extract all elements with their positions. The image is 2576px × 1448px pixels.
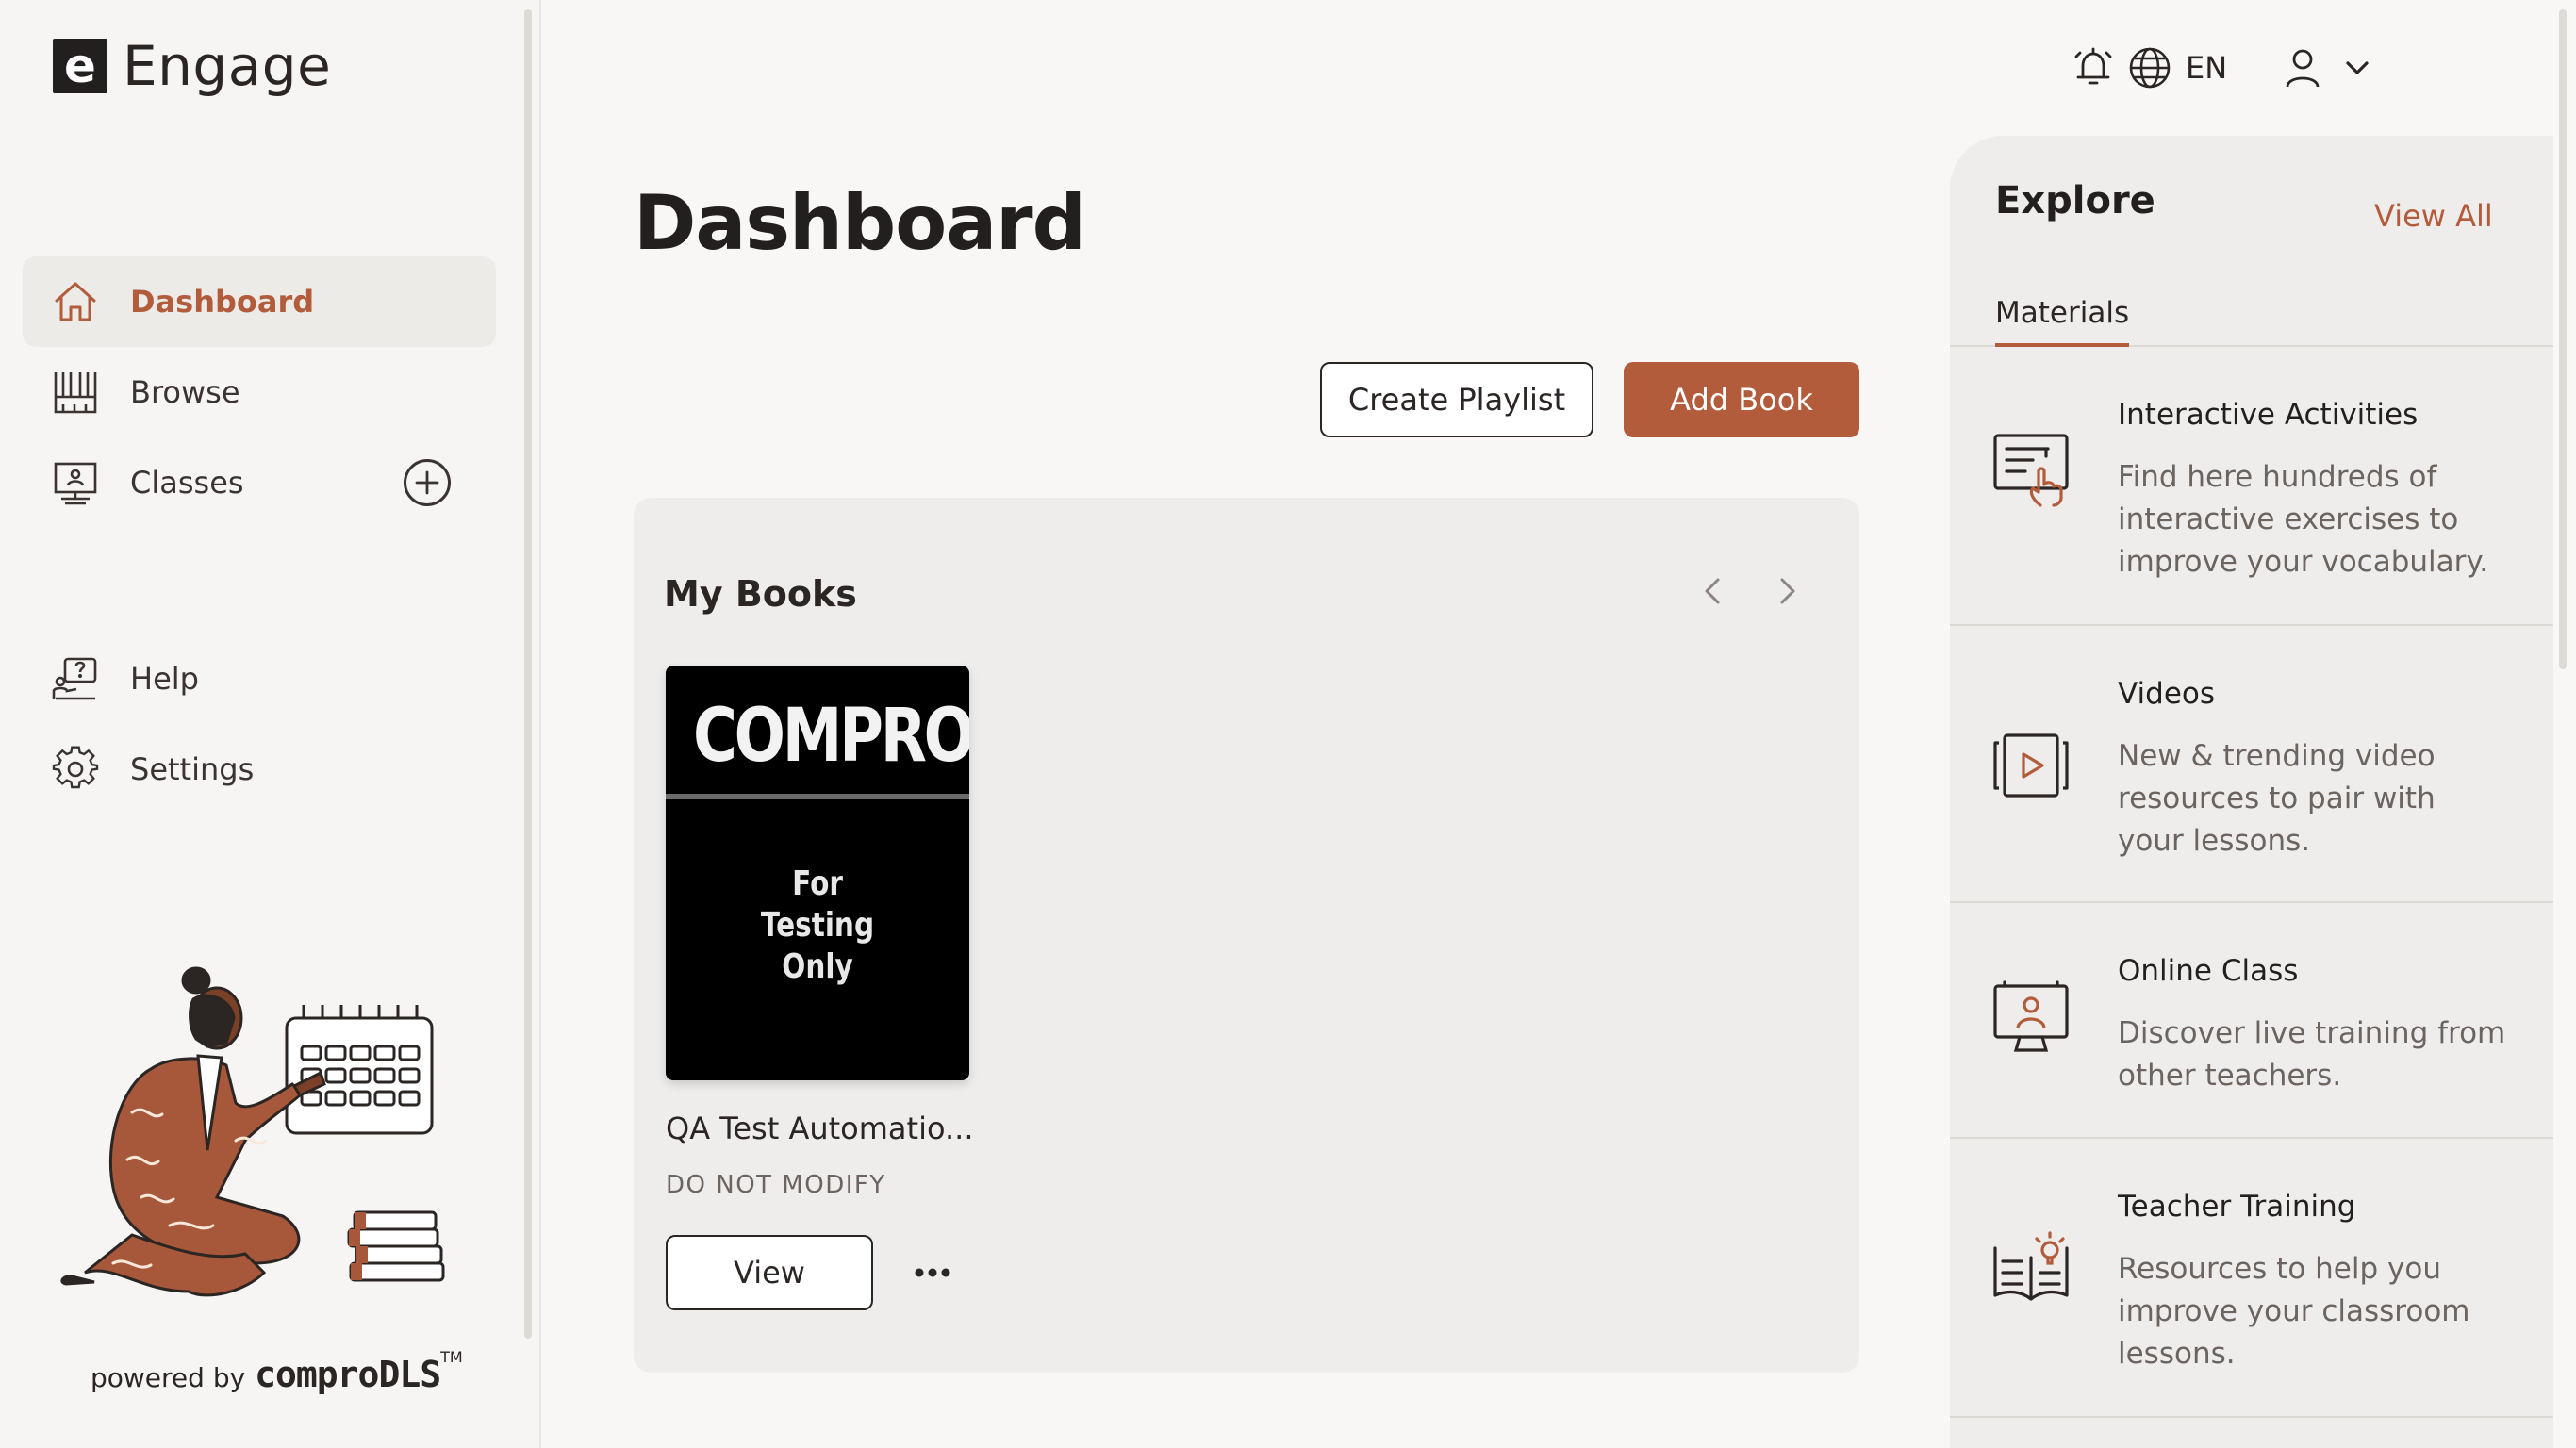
explore-item-description-line: Discover live training from xyxy=(2118,1016,2506,1050)
explore-item-teacher-training[interactable]: Teacher Training Resources to help you i… xyxy=(1950,1141,2553,1418)
explore-item-online-class[interactable]: Online Class Discover live training from… xyxy=(1950,905,2553,1139)
book-cover-title: COMPRO xyxy=(692,694,969,779)
explore-item-title: Interactive Activities xyxy=(2118,398,2419,432)
compro-brand: comproDLS xyxy=(255,1354,441,1395)
explore-item-description: Discover live training from other teache… xyxy=(2118,1012,2533,1097)
explore-item-description-line: Find here hundreds of xyxy=(2118,460,2437,494)
explore-item-description-line: interactive exercises to xyxy=(2118,502,2459,536)
my-books-title: My Books xyxy=(664,573,857,615)
explore-title: Explore xyxy=(1995,179,2155,222)
powered-by: powered by comproDLS TM xyxy=(91,1348,463,1395)
library-icon xyxy=(49,366,102,419)
explore-item-description-line: improve your vocabulary. xyxy=(2118,545,2489,579)
book-cover-subtitle: For Testing Only xyxy=(693,864,942,988)
next-books-button[interactable] xyxy=(1763,568,1810,615)
user-menu-button[interactable] xyxy=(2280,38,2374,98)
explore-item-description-line: improve your classroom xyxy=(2118,1294,2470,1328)
create-playlist-button[interactable]: Create Playlist xyxy=(1320,362,1593,437)
add-class-button[interactable] xyxy=(404,459,451,506)
video-icon xyxy=(1991,726,2071,805)
teacher-training-icon xyxy=(1991,1229,2071,1308)
page-title: Dashboard xyxy=(634,179,1086,267)
sidebar-item-label: Dashboard xyxy=(130,284,315,320)
app-name: Engage xyxy=(123,34,332,98)
explore-item-description-line: your lessons. xyxy=(2118,824,2311,858)
book-cover-line: For xyxy=(792,864,843,903)
explore-item-description-line: New & trending video xyxy=(2118,739,2436,773)
help-icon xyxy=(49,652,102,705)
book-cover-line: Testing xyxy=(760,906,875,945)
online-class-icon xyxy=(1991,980,2071,1060)
book-subtitle: DO NOT MODIFY xyxy=(666,1171,886,1199)
gear-icon xyxy=(49,743,102,796)
top-bar: EN xyxy=(1727,38,2576,98)
sidebar-item-label: Settings xyxy=(130,751,255,787)
book-cover[interactable]: COMPRO For Testing Only xyxy=(666,666,969,1080)
page-scrollbar[interactable] xyxy=(2559,9,2567,669)
explore-tabs: Materials xyxy=(1950,296,2553,347)
chevron-down-icon xyxy=(2346,61,2369,74)
explore-item-description-line: other teachers. xyxy=(2118,1059,2342,1093)
chevron-left-icon xyxy=(1705,578,1720,604)
sidebar-item-dashboard[interactable]: Dashboard xyxy=(23,256,496,347)
explore-item-interactive-activities[interactable]: Interactive Activities Find here hundred… xyxy=(1950,349,2553,626)
alarm-bell-icon xyxy=(2074,47,2112,85)
sidebar-item-label: Classes xyxy=(130,465,244,501)
sidebar-item-label: Help xyxy=(130,661,199,697)
explore-item-description: Resources to help you improve your class… xyxy=(2118,1248,2533,1375)
explore-item-description-line: resources to pair with xyxy=(2118,782,2436,815)
explore-item-title: Online Class xyxy=(2118,954,2299,988)
sidebar-item-settings[interactable]: Settings xyxy=(23,724,496,814)
sidebar-item-label: Browse xyxy=(130,374,240,410)
tab-materials[interactable]: Materials xyxy=(1995,296,2130,347)
more-options-button[interactable] xyxy=(909,1252,956,1293)
globe-icon xyxy=(2129,47,2171,89)
explore-item-videos[interactable]: Videos New & trending video resources to… xyxy=(1950,628,2553,903)
ellipsis-icon xyxy=(915,1268,950,1277)
view-book-button[interactable]: View xyxy=(666,1235,873,1310)
teacher-calendar-illustration xyxy=(60,966,445,1297)
explore-panel: Explore View All Materials Interactive A… xyxy=(1950,136,2553,1448)
logo-mark: e xyxy=(53,39,107,93)
language-selector[interactable]: EN xyxy=(2127,38,2227,98)
plus-icon xyxy=(415,470,439,495)
app-logo[interactable]: e Engage xyxy=(53,34,331,98)
home-icon xyxy=(49,275,102,328)
my-books-panel: My Books COMPRO For Testing Only QA Test… xyxy=(634,498,1859,1373)
interactive-activity-icon xyxy=(1991,430,2071,509)
explore-item-title: Teacher Training xyxy=(2118,1190,2356,1224)
book-title[interactable]: QA Test Automatio... xyxy=(666,1111,973,1146)
explore-item-title: Videos xyxy=(2118,677,2216,711)
sidebar-item-help[interactable]: Help xyxy=(23,634,496,724)
sidebar-item-browse[interactable]: Browse xyxy=(23,347,496,437)
prev-books-button[interactable] xyxy=(1690,568,1737,615)
user-icon xyxy=(2286,49,2320,88)
book-cover-divider xyxy=(666,794,969,799)
powered-by-text: powered by xyxy=(91,1362,246,1393)
sidebar: e Engage Dashboard Browse Classes Help S… xyxy=(0,0,541,1448)
notifications-button[interactable] xyxy=(2071,38,2116,98)
classroom-icon xyxy=(49,456,102,509)
explore-item-description: New & trending video resources to pair w… xyxy=(2118,735,2533,863)
sidebar-scrollbar[interactable] xyxy=(524,9,532,1339)
add-book-button[interactable]: Add Book xyxy=(1624,362,1859,437)
language-code: EN xyxy=(2186,50,2228,86)
explore-item-description: Find here hundreds of interactive exerci… xyxy=(2118,456,2533,584)
book-cover-line: Only xyxy=(782,947,853,986)
view-all-link[interactable]: View All xyxy=(2374,198,2493,234)
chevron-right-icon xyxy=(1780,578,1795,604)
explore-item-description-line: Resources to help you xyxy=(2118,1252,2441,1286)
explore-item-description-line: lessons. xyxy=(2118,1337,2236,1371)
trademark: TM xyxy=(440,1348,463,1366)
